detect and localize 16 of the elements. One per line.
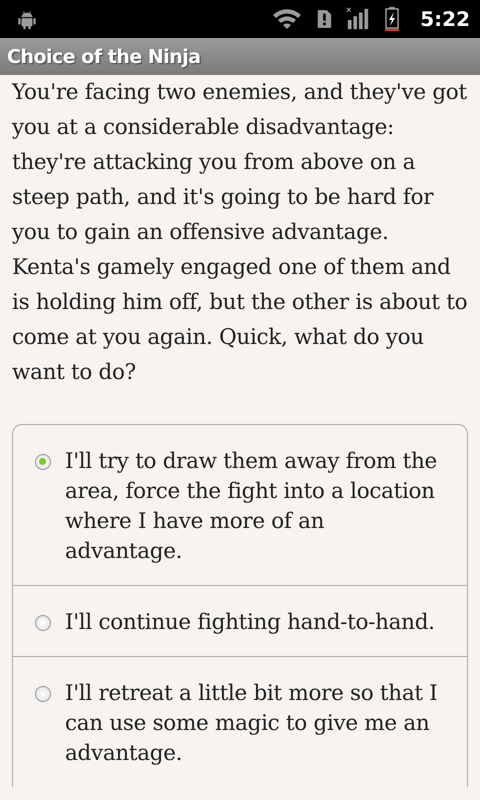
status-time: 5:22	[420, 7, 470, 31]
choice-label: I'll try to draw them away from the area, force the fight into a location where I have more of an advantage.	[65, 448, 438, 566]
choice-option[interactable]: I'll continue fighting hand-to-hand.	[13, 585, 467, 656]
choice-option[interactable]: I'll retreat a little bit more so that I can use some magic to give me an advantage.	[13, 656, 467, 787]
alert-icon	[316, 8, 332, 30]
battery-icon	[384, 6, 400, 32]
choice-option[interactable]: I'll try to draw them away from the area, force the fight into a location where I have more of an advantage.	[13, 425, 467, 585]
radio-button[interactable]	[35, 615, 51, 631]
choice-label: I'll continue fighting hand-to-hand.	[65, 609, 435, 637]
story-text: You're facing two enemies, and they've got you at a considerable disadvantage: they're attacking you from above on a steep path, and it's going to be hard for you to gain an offensive advantage. Kenta's gamely engaged one of them and is holding him off, but the other is about to come at you again. Quick, what do you want to do?	[12, 79, 468, 387]
wifi-icon	[272, 7, 302, 31]
signal-icon	[346, 7, 370, 31]
window-title: Choice of the Ninja	[7, 46, 201, 68]
radio-button[interactable]	[35, 686, 51, 702]
radio-button[interactable]	[35, 454, 51, 470]
choice-label: I'll retreat a little bit more so that I can use some magic to give me an advantage.	[65, 680, 438, 768]
